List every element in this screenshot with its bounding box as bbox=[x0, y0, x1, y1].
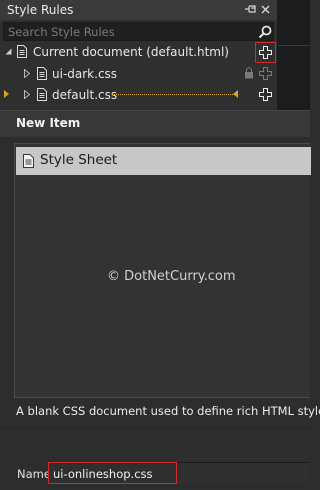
css-file-icon bbox=[37, 67, 47, 80]
editor-line bbox=[278, 45, 310, 46]
style-sheet-icon bbox=[23, 154, 34, 168]
document-icon bbox=[17, 45, 27, 58]
collapsed-arrow-icon[interactable] bbox=[24, 69, 30, 78]
dialog-header: New Item bbox=[0, 110, 310, 137]
lock-icon bbox=[244, 67, 254, 79]
add-icon[interactable] bbox=[259, 88, 272, 101]
close-icon[interactable] bbox=[261, 5, 270, 14]
name-label: Name bbox=[17, 467, 51, 481]
search-box bbox=[3, 22, 274, 41]
tree-row-ui-dark-css[interactable]: ui-dark.css bbox=[0, 64, 277, 84]
dialog-title: New Item bbox=[16, 116, 81, 130]
expanded-arrow-icon[interactable] bbox=[5, 48, 12, 55]
tree-row-label: ui-dark.css bbox=[52, 67, 118, 81]
add-icon[interactable] bbox=[259, 67, 272, 80]
editor-background-strip bbox=[277, 0, 310, 110]
name-input[interactable] bbox=[48, 462, 310, 484]
tree-row-current-document[interactable]: Current document (default.html) bbox=[0, 42, 277, 63]
item-description: A blank CSS document used to define rich… bbox=[16, 404, 320, 418]
new-item-dialog: New Item Style Sheet © DotNetCurry.com A… bbox=[0, 110, 320, 490]
css-file-icon bbox=[37, 88, 47, 101]
tree-row-label: default.css bbox=[52, 88, 118, 102]
search-icon[interactable] bbox=[258, 25, 272, 39]
drop-insertion-line bbox=[112, 94, 235, 95]
panel-title: Style Rules bbox=[7, 3, 74, 17]
tree-row-default-css[interactable]: default.css bbox=[0, 85, 277, 105]
add-style-sheet-button[interactable] bbox=[255, 42, 276, 63]
search-input[interactable] bbox=[8, 25, 248, 39]
drop-marker-right-icon bbox=[233, 90, 238, 98]
list-item-label: Style Sheet bbox=[40, 152, 118, 168]
divider bbox=[0, 428, 310, 429]
drop-marker-left-icon bbox=[4, 90, 9, 98]
style-rules-panel: Style Rules Current document (default.ht… bbox=[0, 0, 277, 110]
watermark: © DotNetCurry.com bbox=[107, 269, 236, 284]
pin-icon[interactable] bbox=[245, 4, 257, 14]
list-item-style-sheet[interactable]: Style Sheet bbox=[16, 147, 311, 175]
collapsed-arrow-icon[interactable] bbox=[24, 90, 30, 99]
panel-title-bar: Style Rules bbox=[0, 0, 277, 20]
item-template-list[interactable]: Style Sheet © DotNetCurry.com bbox=[14, 143, 311, 398]
tree-row-label: Current document (default.html) bbox=[33, 45, 229, 59]
